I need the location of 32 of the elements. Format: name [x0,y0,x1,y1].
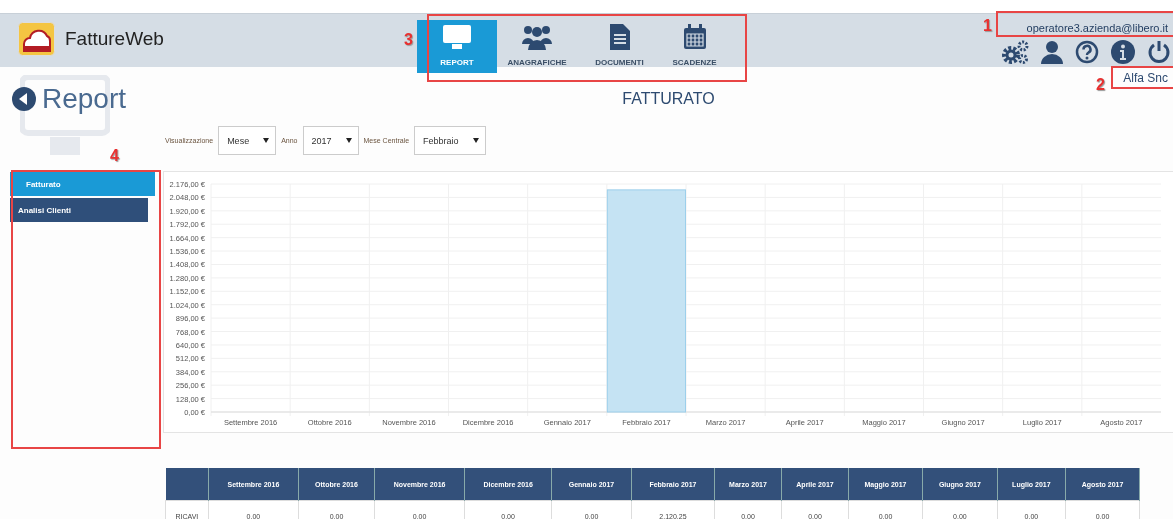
power-icon[interactable] [1147,40,1171,64]
annotation-frame [1111,66,1173,89]
annotation-number: 2 [1096,76,1105,94]
settings-icon[interactable] [1001,40,1029,64]
user-icon[interactable] [1041,40,1063,64]
filter-dropdown[interactable]: Febbraio [414,126,486,155]
user-email[interactable]: operatore3.azienda@libero.it [1026,22,1173,34]
caret-icon [345,138,352,143]
chart-heading: FATTURATO [622,90,715,109]
annotation-number: 4 [110,147,119,165]
info-icon[interactable] [1111,40,1135,64]
group-icon [521,24,553,50]
help-icon[interactable] [1075,40,1099,64]
document-icon [609,24,630,50]
page-title: Report [42,83,127,115]
sidebar-item[interactable]: Analisi Clienti [10,198,148,222]
annotation-number: 1 [983,17,992,35]
filter-dropdown[interactable]: Mese [218,126,277,155]
back-icon[interactable] [12,87,36,111]
cloud-logo-icon [18,22,55,56]
nav-tab[interactable]: SCADENZE [662,20,727,73]
filter-dropdown[interactable]: 2017 [302,126,359,155]
company-name: Alfa Snc [1123,71,1168,85]
annotation-number: 3 [404,31,413,49]
monitor-icon [442,24,472,50]
caret-icon [472,138,479,143]
table-header-cell [165,468,209,501]
calendar-icon [682,24,707,50]
app-name: FattureWeb [65,28,164,50]
nav-tab[interactable]: DOCUMENTI [577,20,662,73]
nav-tab[interactable]: ANAGRAFICHE [497,20,577,73]
caret-icon [263,138,270,143]
